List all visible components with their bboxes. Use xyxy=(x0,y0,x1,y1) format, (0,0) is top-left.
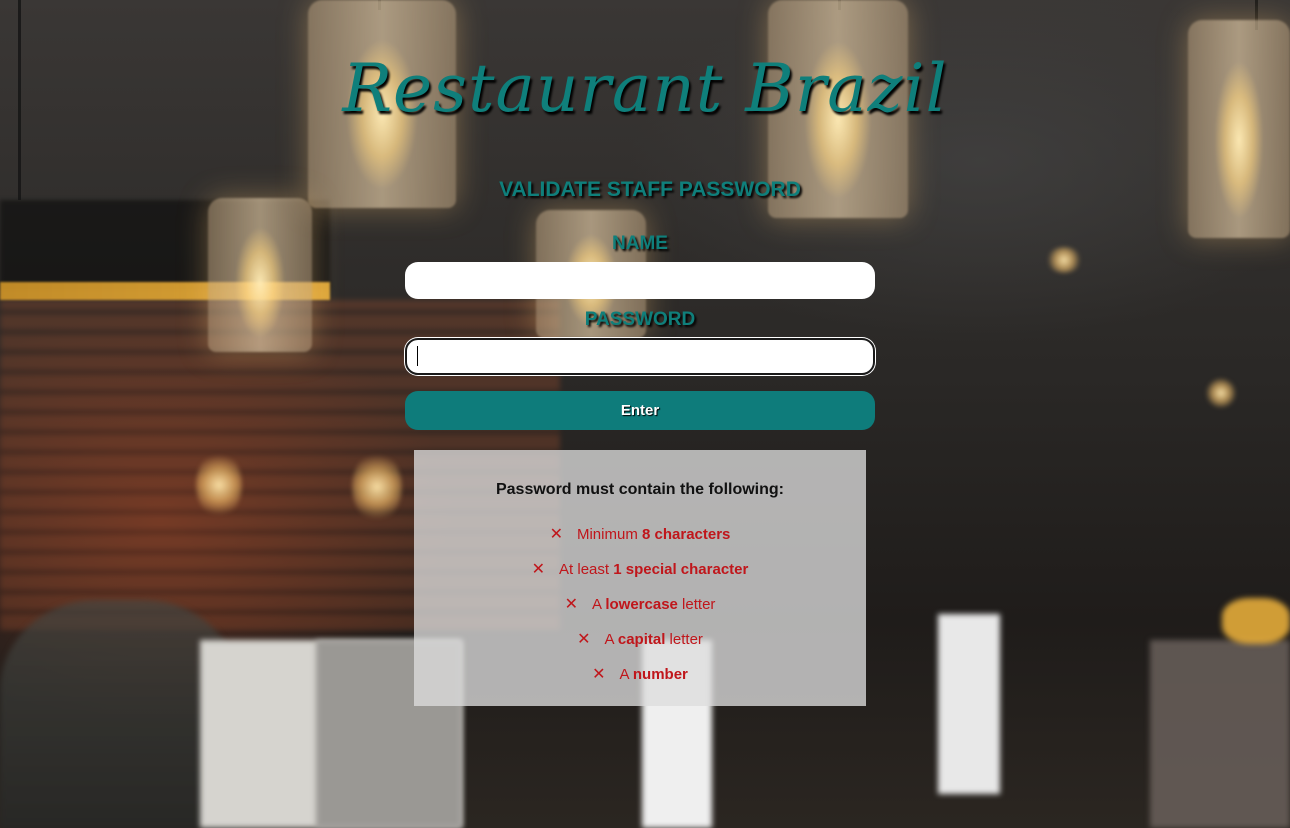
requirement-item: ✕ A lowercase letter xyxy=(414,594,866,614)
cross-icon: ✕ xyxy=(577,631,591,648)
text-caret xyxy=(417,346,418,366)
enter-button[interactable]: Enter xyxy=(405,391,875,430)
requirement-emphasis: capital xyxy=(617,631,666,648)
requirement-item: ✕ Minimum 8 characters xyxy=(414,524,866,544)
requirement-text: A xyxy=(604,631,618,648)
name-input[interactable] xyxy=(405,262,875,299)
cross-icon: ✕ xyxy=(549,526,563,543)
requirement-item: ✕ A number xyxy=(414,664,866,684)
restaurant-title: Restaurant Brazil xyxy=(342,50,948,127)
requirements-title: Password must contain the following: xyxy=(495,481,784,498)
requirement-text: Minimum xyxy=(576,526,642,543)
password-input[interactable] xyxy=(405,338,875,375)
requirement-emphasis: lowercase xyxy=(605,596,678,613)
requirement-item: ✕ A capital letter xyxy=(414,629,866,649)
requirement-item: ✕ At least 1 special character xyxy=(414,559,866,579)
requirement-suffix: letter xyxy=(665,631,703,648)
cross-icon: ✕ xyxy=(531,561,546,578)
requirement-text: A xyxy=(619,666,633,683)
requirement-emphasis: number xyxy=(632,666,688,683)
requirement-text: A xyxy=(591,596,606,613)
form-heading: VALIDATE STAFF PASSWORD xyxy=(499,178,801,201)
password-label: PASSWORD xyxy=(584,309,696,330)
cross-icon: ✕ xyxy=(564,596,578,613)
requirement-suffix: letter xyxy=(677,596,716,613)
requirement-emphasis: 8 characters xyxy=(642,526,731,543)
password-requirements-panel: Password must contain the following: ✕ Mi… xyxy=(414,450,866,706)
requirement-text: At least xyxy=(559,561,614,578)
cross-icon: ✕ xyxy=(592,666,606,683)
name-label: NAME xyxy=(612,233,668,254)
requirement-emphasis: 1 special character xyxy=(613,561,749,578)
